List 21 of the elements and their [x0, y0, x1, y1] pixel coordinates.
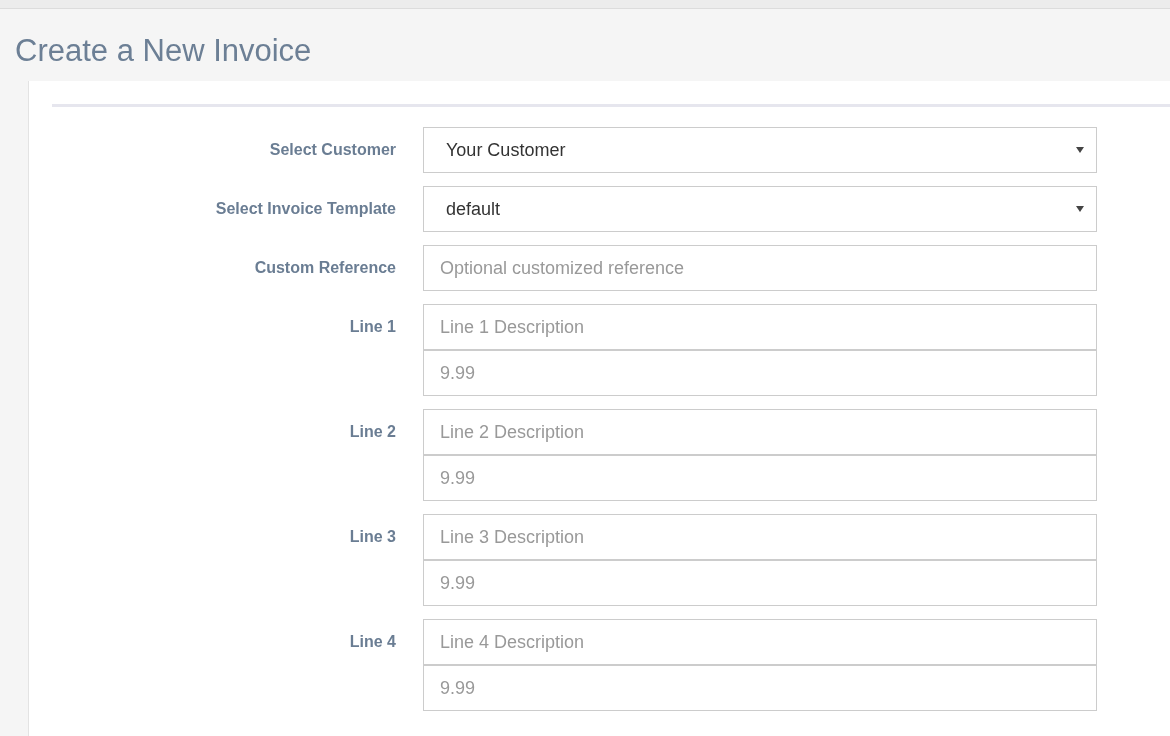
field-label: Select Customer: [268, 140, 396, 160]
input-field[interactable]: Line 3 Description: [423, 514, 1097, 560]
input-field[interactable]: Line 2 Description: [423, 409, 1097, 455]
input-field[interactable]: Line 1 Description: [423, 304, 1097, 350]
field-label: Line 3: [348, 527, 396, 547]
dropdown-field[interactable]: default: [423, 186, 1097, 232]
field-label: Select Invoice Template: [214, 199, 396, 219]
field-label: Custom Reference: [253, 258, 396, 278]
field-label: Line 1: [348, 317, 396, 337]
input-field[interactable]: Line 4 Description: [423, 619, 1097, 665]
input-field[interactable]: Optional customized reference: [423, 245, 1097, 291]
input-field[interactable]: 9.99: [423, 350, 1097, 396]
field-label: Line 4: [348, 632, 396, 652]
caret-icon: [1076, 206, 1084, 212]
page-title: Create a New Invoice: [14, 32, 313, 70]
input-field[interactable]: 9.99: [423, 560, 1097, 606]
caret-icon: [1076, 147, 1084, 153]
input-field[interactable]: 9.99: [423, 455, 1097, 501]
dropdown-field[interactable]: Your Customer: [423, 127, 1097, 173]
field-label: Line 2: [348, 422, 396, 442]
input-field[interactable]: 9.99: [423, 665, 1097, 711]
